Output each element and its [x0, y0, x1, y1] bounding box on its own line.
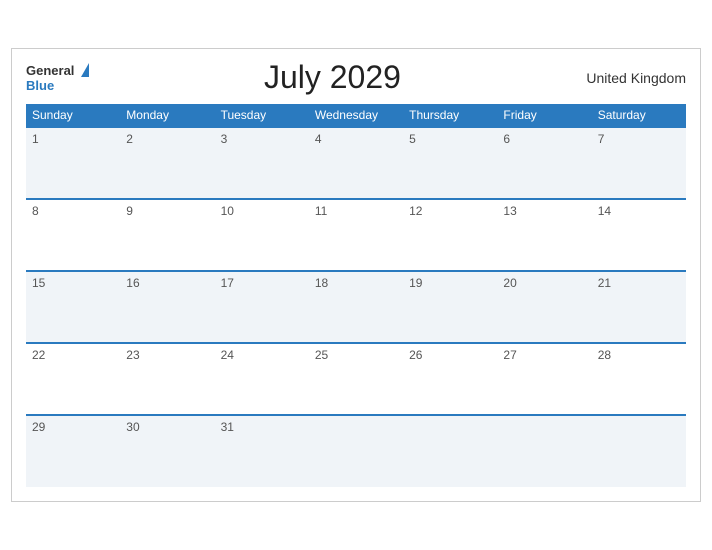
- weekday-header-row: SundayMondayTuesdayWednesdayThursdayFrid…: [26, 104, 686, 127]
- calendar-cell: 10: [215, 199, 309, 271]
- calendar-cell: 3: [215, 127, 309, 199]
- day-number: 23: [126, 348, 139, 362]
- day-number: 15: [32, 276, 45, 290]
- day-number: 5: [409, 132, 416, 146]
- day-number: 13: [503, 204, 516, 218]
- calendar-cell: 13: [497, 199, 591, 271]
- calendar-cell: [592, 415, 686, 487]
- calendar-tbody: 1234567891011121314151617181920212223242…: [26, 127, 686, 487]
- calendar-cell: [497, 415, 591, 487]
- calendar-cell: 22: [26, 343, 120, 415]
- day-number: 29: [32, 420, 45, 434]
- calendar-cell: 12: [403, 199, 497, 271]
- calendar-cell: 31: [215, 415, 309, 487]
- logo: General Blue: [26, 62, 89, 94]
- day-number: 6: [503, 132, 510, 146]
- day-number: 21: [598, 276, 611, 290]
- day-number: 17: [221, 276, 234, 290]
- day-number: 22: [32, 348, 45, 362]
- calendar-cell: 21: [592, 271, 686, 343]
- day-number: 26: [409, 348, 422, 362]
- calendar-cell: 14: [592, 199, 686, 271]
- day-number: 14: [598, 204, 611, 218]
- day-number: 12: [409, 204, 422, 218]
- calendar-cell: 8: [26, 199, 120, 271]
- day-number: 28: [598, 348, 611, 362]
- day-number: 3: [221, 132, 228, 146]
- logo-general: General: [26, 62, 89, 80]
- calendar-cell: 6: [497, 127, 591, 199]
- logo-triangle-icon: [81, 63, 89, 77]
- calendar-cell: 27: [497, 343, 591, 415]
- calendar-cell: 5: [403, 127, 497, 199]
- calendar-cell: 23: [120, 343, 214, 415]
- weekday-header-tuesday: Tuesday: [215, 104, 309, 127]
- week-row-1: 1 2 3 4 5 6 7: [26, 127, 686, 199]
- calendar-cell: 19: [403, 271, 497, 343]
- calendar-cell: 15: [26, 271, 120, 343]
- week-row-2: 8 9 10 11 12 13 14: [26, 199, 686, 271]
- calendar-cell: [403, 415, 497, 487]
- calendar-container: General Blue July 2029 United Kingdom Su…: [11, 48, 701, 502]
- week-row-3: 15 16 17 18 19 20 21: [26, 271, 686, 343]
- calendar-cell: 17: [215, 271, 309, 343]
- day-number: 4: [315, 132, 322, 146]
- weekday-header-friday: Friday: [497, 104, 591, 127]
- day-number: 8: [32, 204, 39, 218]
- calendar-cell: 1: [26, 127, 120, 199]
- calendar-table: SundayMondayTuesdayWednesdayThursdayFrid…: [26, 104, 686, 487]
- weekday-header-sunday: Sunday: [26, 104, 120, 127]
- weekday-header-saturday: Saturday: [592, 104, 686, 127]
- day-number: 1: [32, 132, 39, 146]
- calendar-region: United Kingdom: [576, 70, 686, 86]
- calendar-cell: 25: [309, 343, 403, 415]
- calendar-cell: 4: [309, 127, 403, 199]
- day-number: 27: [503, 348, 516, 362]
- day-number: 20: [503, 276, 516, 290]
- calendar-cell: 11: [309, 199, 403, 271]
- day-number: 30: [126, 420, 139, 434]
- calendar-cell: 29: [26, 415, 120, 487]
- weekday-header-wednesday: Wednesday: [309, 104, 403, 127]
- weekday-header-thursday: Thursday: [403, 104, 497, 127]
- calendar-cell: 7: [592, 127, 686, 199]
- calendar-thead: SundayMondayTuesdayWednesdayThursdayFrid…: [26, 104, 686, 127]
- day-number: 16: [126, 276, 139, 290]
- calendar-cell: 26: [403, 343, 497, 415]
- day-number: 7: [598, 132, 605, 146]
- day-number: 2: [126, 132, 133, 146]
- weekday-header-monday: Monday: [120, 104, 214, 127]
- calendar-header: General Blue July 2029 United Kingdom: [26, 59, 686, 96]
- day-number: 9: [126, 204, 133, 218]
- day-number: 31: [221, 420, 234, 434]
- day-number: 18: [315, 276, 328, 290]
- day-number: 25: [315, 348, 328, 362]
- week-row-5: 29 30 31: [26, 415, 686, 487]
- day-number: 24: [221, 348, 234, 362]
- day-number: 19: [409, 276, 422, 290]
- calendar-cell: 20: [497, 271, 591, 343]
- calendar-cell: 18: [309, 271, 403, 343]
- day-number: 11: [315, 204, 327, 218]
- calendar-cell: 2: [120, 127, 214, 199]
- calendar-cell: 9: [120, 199, 214, 271]
- logo-blue: Blue: [26, 79, 89, 93]
- calendar-cell: 28: [592, 343, 686, 415]
- day-number: 10: [221, 204, 234, 218]
- calendar-cell: [309, 415, 403, 487]
- calendar-title: July 2029: [89, 59, 576, 96]
- week-row-4: 22 23 24 25 26 27 28: [26, 343, 686, 415]
- calendar-cell: 30: [120, 415, 214, 487]
- calendar-cell: 24: [215, 343, 309, 415]
- calendar-cell: 16: [120, 271, 214, 343]
